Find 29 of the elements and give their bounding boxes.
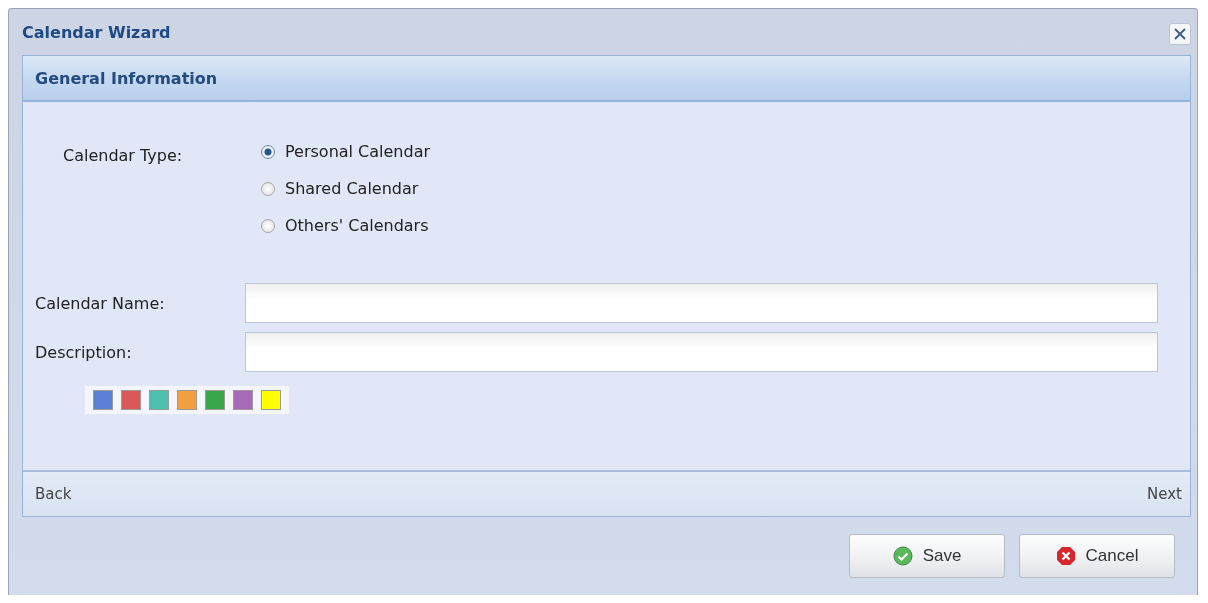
error-icon — [1055, 546, 1076, 566]
color-swatch[interactable] — [233, 390, 253, 410]
field-label: Calendar Name: — [35, 293, 166, 313]
color-swatch[interactable] — [177, 390, 197, 410]
option-label: Shared Calendar — [285, 179, 419, 198]
panel-title: General Information — [35, 68, 218, 88]
radio-option[interactable]: Shared Calendar — [261, 179, 431, 198]
color-swatch[interactable] — [121, 390, 141, 410]
save-button[interactable]: Save — [849, 534, 1005, 578]
color-swatch[interactable] — [93, 390, 113, 410]
close-icon — [1174, 28, 1186, 40]
color-swatch[interactable] — [205, 390, 225, 410]
radio-icon[interactable] — [261, 144, 275, 159]
close-button[interactable] — [1169, 23, 1191, 45]
window-title: Calendar Wizard — [22, 22, 171, 42]
color-swatch[interactable] — [261, 390, 281, 410]
back-link[interactable]: Back — [35, 485, 72, 503]
input-field[interactable] — [245, 332, 1158, 372]
radio-option[interactable]: Others' Calendars — [261, 216, 431, 235]
radio-icon[interactable] — [261, 181, 275, 196]
field-label: Description: — [35, 342, 133, 362]
color-swatch[interactable] — [149, 390, 169, 410]
input-field[interactable] — [245, 283, 1158, 323]
cancel-button[interactable]: Cancel — [1019, 534, 1175, 578]
radio-icon[interactable] — [261, 218, 275, 233]
field-label: Calendar Type: — [62, 146, 184, 167]
check-icon — [892, 546, 913, 566]
option-label: Others' Calendars — [285, 216, 429, 235]
next-link[interactable]: Next — [1147, 485, 1182, 503]
